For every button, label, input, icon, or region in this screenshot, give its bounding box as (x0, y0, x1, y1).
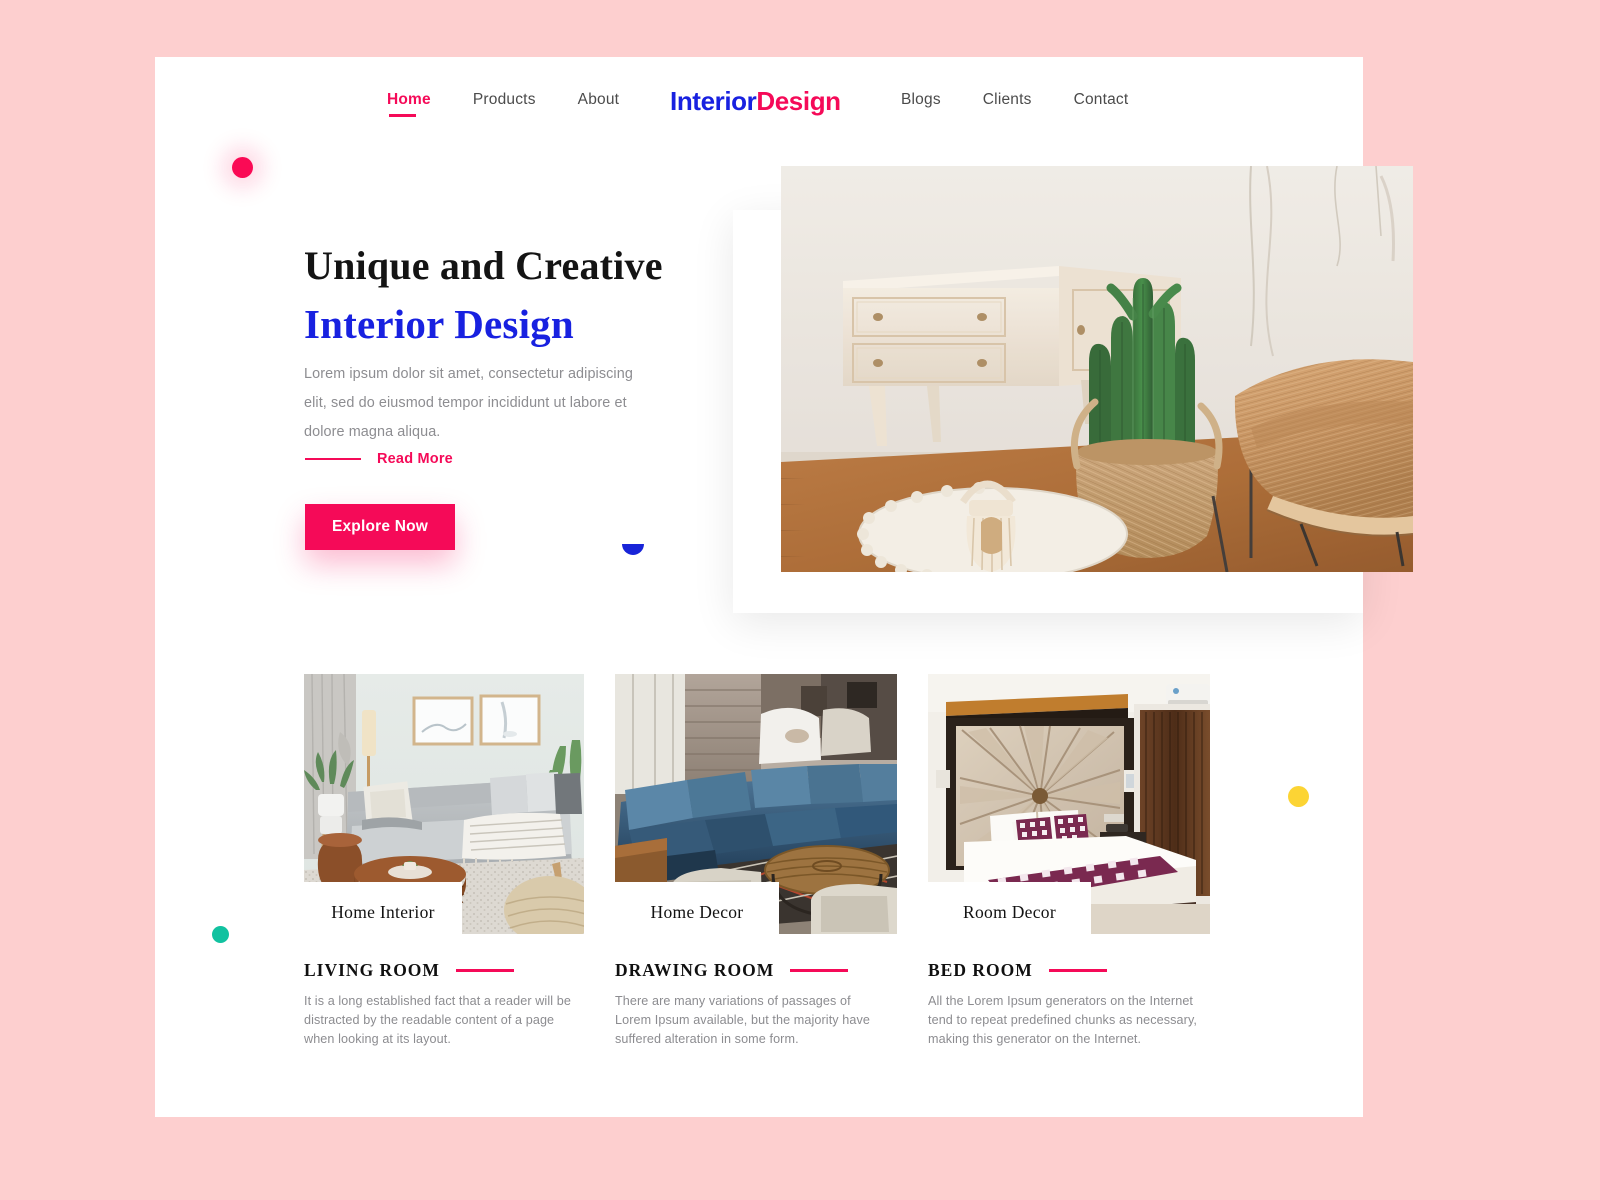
explore-now-button[interactable]: Explore Now (305, 504, 455, 550)
nav-right-group: Blogs Clients Contact (901, 91, 1128, 112)
brand-logo[interactable]: InteriorDesign (670, 86, 841, 117)
nav-item-about[interactable]: About (578, 91, 620, 112)
nav-item-clients[interactable]: Clients (983, 91, 1032, 112)
brand-part-interior: Interior (670, 85, 757, 116)
card-tag-room-decor: Room Decor (928, 882, 1091, 942)
hero-title-line-1: Unique and Creative (304, 243, 663, 288)
card-heading-row-living: LIVING ROOM (304, 960, 514, 981)
card-heading-row-drawing: DRAWING ROOM (615, 960, 849, 981)
nav-item-blogs[interactable]: Blogs (901, 91, 941, 112)
read-more-link[interactable]: Read More (305, 451, 453, 467)
card-paragraph-bed-room: All the Lorem Ipsum generators on the In… (928, 994, 1198, 1046)
card-heading-dash-icon (790, 969, 849, 972)
card-heading-living-room: LIVING ROOM (304, 960, 440, 980)
read-more-dash-icon (305, 458, 361, 460)
card-heading-dash-icon (455, 969, 514, 972)
nav-left-group: Home Products About (387, 91, 620, 117)
nav-item-contact[interactable]: Contact (1074, 91, 1129, 112)
hero-paragraph: Lorem ipsum dolor sit amet, consectetur … (304, 366, 633, 440)
card-heading-bed-room: BED ROOM (928, 960, 1033, 980)
main-navigation: Home Products About InteriorDesign Blogs… (155, 57, 1363, 145)
pink-dot-decoration (232, 157, 253, 178)
page-root: Home Products About InteriorDesign Blogs… (0, 0, 1600, 1200)
brand-part-design: Design (756, 85, 841, 116)
card-tag-home-decor: Home Decor (615, 882, 779, 942)
nav-item-products[interactable]: Products (473, 91, 536, 112)
card-tag-home-interior: Home Interior (304, 882, 462, 942)
card-paragraph-living-room: It is a long established fact that a rea… (304, 994, 571, 1046)
hero-image (781, 166, 1413, 572)
card-heading-dash-icon (1048, 969, 1107, 972)
card-heading-drawing-room: DRAWING ROOM (615, 960, 775, 980)
hero-title-line-2: Interior Design (304, 301, 574, 347)
card-heading-row-bed: BED ROOM (928, 960, 1107, 981)
nav-item-home[interactable]: Home (387, 91, 431, 117)
card-paragraph-drawing-room: There are many variations of passages of… (615, 994, 871, 1046)
yellow-dot-decoration (1288, 786, 1309, 807)
teal-dot-decoration (212, 926, 229, 943)
read-more-label: Read More (377, 451, 453, 467)
